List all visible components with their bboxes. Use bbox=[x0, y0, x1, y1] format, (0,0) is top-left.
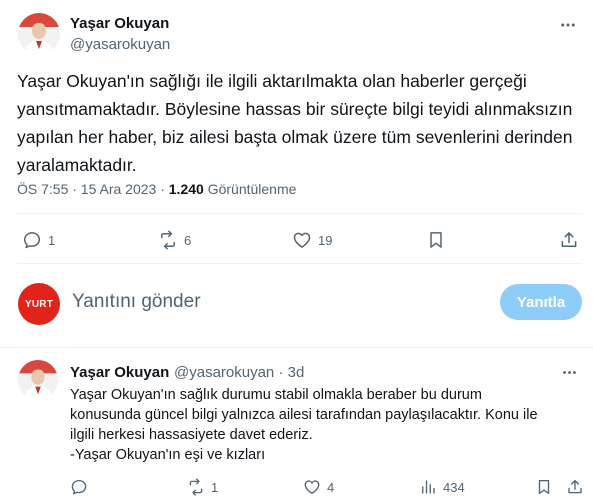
bookmark-icon bbox=[430, 232, 442, 248]
reply-text-line: -Yaşar Okuyan'ın eşi ve kızları bbox=[70, 447, 266, 463]
share-icon bbox=[568, 479, 582, 494]
reply-author-name[interactable]: Yaşar Okuyan bbox=[70, 364, 169, 381]
reply-reply-button[interactable] bbox=[70, 478, 94, 496]
reply-author-avatar[interactable] bbox=[18, 360, 58, 400]
author-name[interactable]: Yaşar Okuyan bbox=[70, 15, 169, 32]
author-avatar[interactable] bbox=[18, 13, 60, 55]
views-icon bbox=[422, 480, 435, 494]
reply-bookmark-button[interactable] bbox=[535, 478, 553, 496]
avatar-image bbox=[18, 360, 58, 400]
tweet-meta: ÖS 7:55 · 15 Ara 2023 · 1.240 Görüntülen… bbox=[17, 181, 296, 197]
views-label: Görüntülenme bbox=[207, 181, 297, 197]
more-icon bbox=[562, 370, 576, 374]
like-icon bbox=[293, 232, 311, 248]
avatar-image bbox=[18, 13, 60, 55]
retweet-count: 6 bbox=[184, 232, 192, 248]
reply-tweet-text: Yaşar Okuyan'ın sağlık durumu stabil olm… bbox=[70, 385, 575, 465]
share-button[interactable] bbox=[559, 230, 579, 250]
current-user-avatar[interactable]: YURT bbox=[18, 283, 60, 325]
more-options-button[interactable] bbox=[557, 14, 579, 36]
reply-icon bbox=[23, 232, 41, 249]
reply-retweet-button[interactable]: 1 bbox=[187, 478, 218, 496]
main-tweet: Yaşar Okuyan @yasarokuyan Yaşar Okuyan'ı… bbox=[0, 0, 593, 276]
like-button[interactable]: 19 bbox=[292, 230, 332, 250]
reply-like-count: 4 bbox=[327, 479, 335, 495]
reply-text-line: konusunda güncel bilgi yalnızca ailesi t… bbox=[70, 407, 538, 423]
reply-text-line: Yaşar Okuyan'ın sağlık durumu stabil olm… bbox=[70, 387, 482, 403]
divider bbox=[17, 263, 582, 264]
divider bbox=[0, 347, 593, 348]
views-count: 1.240 bbox=[168, 181, 204, 197]
divider bbox=[17, 213, 582, 214]
retweet-button[interactable]: 6 bbox=[158, 230, 191, 250]
tweet-timestamp[interactable]: ÖS 7:55 · 15 Ara 2023 · bbox=[17, 181, 165, 197]
reply-count: 1 bbox=[48, 232, 56, 248]
bookmark-icon bbox=[538, 479, 550, 495]
reply-more-options-button[interactable] bbox=[559, 362, 579, 382]
reply-like-button[interactable]: 4 bbox=[303, 478, 334, 496]
reply-icon bbox=[71, 479, 87, 495]
like-count: 19 bbox=[318, 232, 333, 248]
reply-retweet-count: 1 bbox=[211, 479, 219, 495]
tweet-text: Yaşar Okuyan'ın sağlığı ile ilgili aktar… bbox=[17, 71, 573, 175]
reply-author-handle[interactable]: @yasarokuyan · 3d bbox=[174, 364, 304, 381]
reply-text-line: ilgili herkesi hassasiyete davet ederiz. bbox=[70, 427, 313, 443]
reply-views-count: 434 bbox=[443, 479, 465, 495]
like-icon bbox=[304, 480, 320, 495]
share-icon bbox=[561, 232, 577, 247]
retweet-icon bbox=[161, 230, 175, 250]
more-icon bbox=[561, 23, 575, 27]
reply-share-button[interactable] bbox=[566, 478, 584, 496]
reply-views-button[interactable]: 434 bbox=[419, 478, 465, 496]
retweet-icon bbox=[189, 478, 203, 496]
reply-tweet-actions: 1 4 434 bbox=[0, 478, 593, 497]
reply-button[interactable]: 1 bbox=[22, 230, 55, 250]
bookmark-button[interactable] bbox=[426, 230, 446, 250]
reply-input[interactable] bbox=[72, 288, 452, 316]
tweet-actions: 1 6 19 bbox=[0, 230, 593, 254]
reply-submit-button[interactable]: Yanıtla bbox=[500, 284, 582, 320]
avatar-logo-text: YURT bbox=[24, 298, 54, 310]
author-handle[interactable]: @yasarokuyan bbox=[70, 36, 170, 53]
